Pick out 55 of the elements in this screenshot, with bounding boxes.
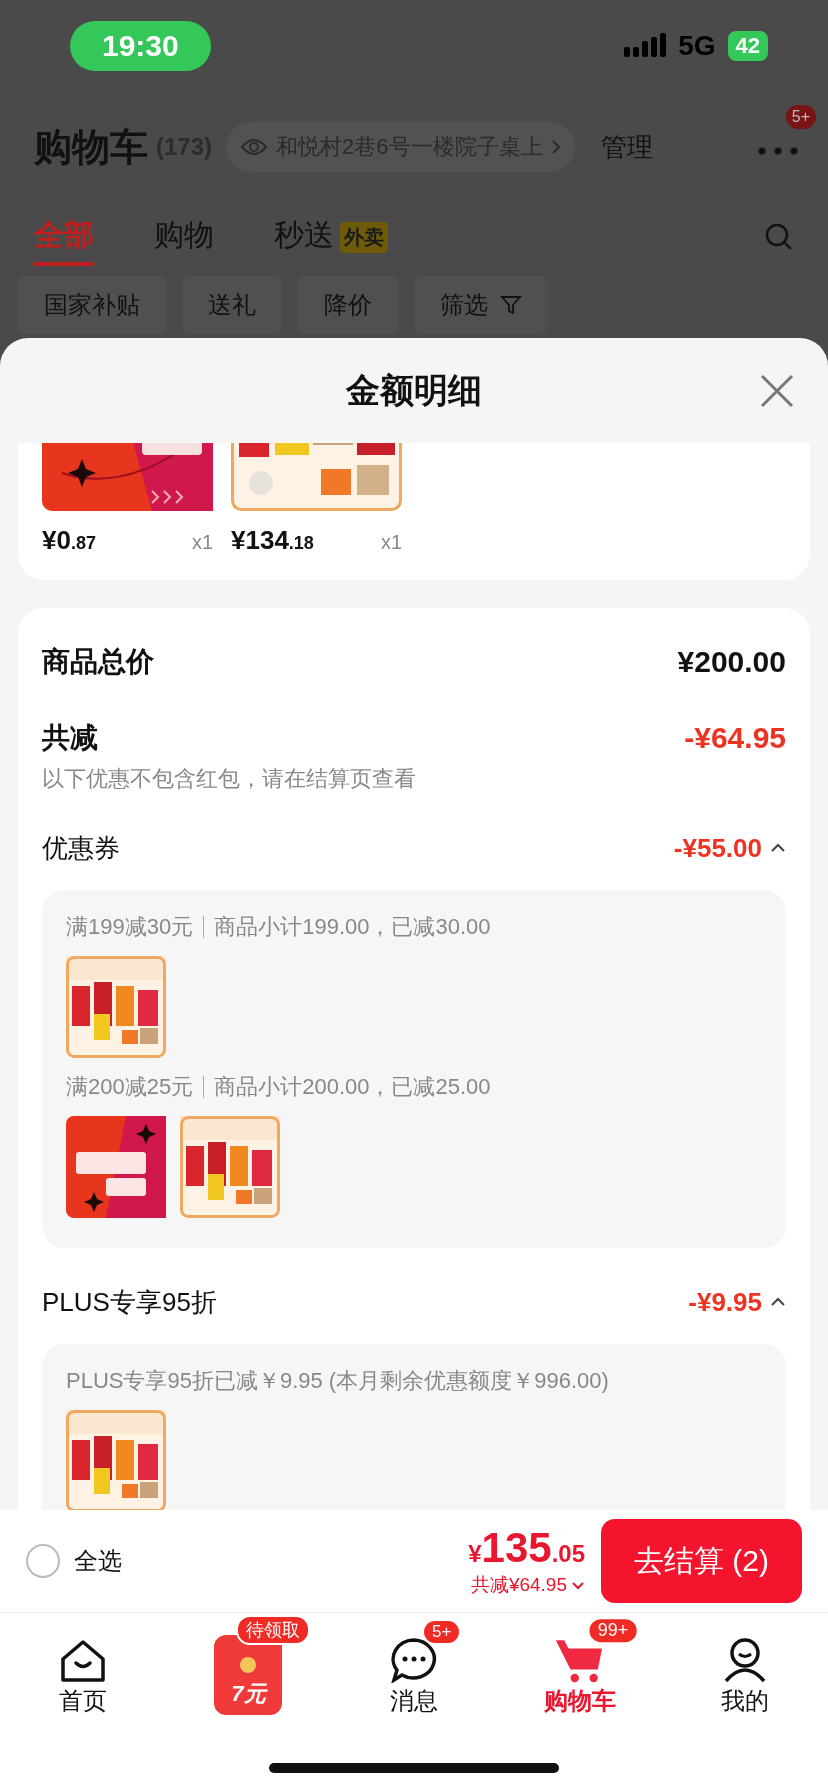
- tab-badge: 99+: [586, 1617, 639, 1645]
- chevron-right-icon: [550, 139, 561, 155]
- sheet-title: 金额明细: [346, 369, 482, 411]
- home-icon[interactable]: [58, 1639, 107, 1683]
- category-tab[interactable]: 秒送: [274, 208, 334, 266]
- chevron-up-icon[interactable]: [770, 1297, 786, 1307]
- total-value: ¥200.00: [677, 645, 786, 679]
- item-price: ¥134.18: [231, 525, 314, 556]
- coupon-condition: 满200减25元: [66, 1073, 194, 1101]
- item-price: ¥0.87: [42, 525, 96, 556]
- discount-note: 以下优惠不包含红包，请在结算页查看: [42, 765, 417, 793]
- filter-icon: [500, 294, 522, 316]
- filter-chip[interactable]: 送礼: [182, 276, 282, 334]
- notification-badge: 5+: [785, 105, 816, 129]
- coupon-detail: 商品小计200.00，已减25.00: [214, 1073, 491, 1101]
- discount-type-label: PLUS专享95折: [42, 1285, 217, 1319]
- total-price: ¥135.05: [468, 1524, 585, 1572]
- discount-label: 共减: [42, 721, 98, 755]
- filter-chip[interactable]: 国家补贴: [18, 276, 166, 334]
- status-time: 19:30: [70, 21, 211, 71]
- category-tab[interactable]: 全部: [34, 208, 94, 266]
- tab-bar-item[interactable]: 我的: [680, 1613, 811, 1717]
- profile-icon[interactable]: [723, 1637, 768, 1683]
- close-icon[interactable]: [760, 374, 794, 408]
- tab-bar-item[interactable]: 首页: [17, 1613, 148, 1717]
- discount-amount: -¥55.00: [673, 832, 762, 864]
- filter-chip[interactable]: 降价: [298, 276, 398, 334]
- eye-icon: [240, 137, 269, 157]
- coupon-condition: 满199减30元: [66, 913, 194, 941]
- manage-link[interactable]: 管理: [600, 129, 653, 165]
- select-all-checkbox[interactable]: [26, 1544, 60, 1578]
- select-all-label: 全选: [74, 1546, 122, 1576]
- chevron-up-icon[interactable]: [770, 843, 786, 853]
- tab-badge: 5+: [422, 1619, 462, 1645]
- signal-icon: [624, 33, 667, 59]
- chat-icon[interactable]: [390, 1637, 438, 1683]
- category-tab[interactable]: 购物: [154, 208, 214, 266]
- tab-bar-item[interactable]: 5+ 消息: [349, 1613, 479, 1717]
- discount-amount: -¥9.95: [688, 1286, 762, 1318]
- filter-chip[interactable]: 筛选: [414, 276, 548, 334]
- battery-level: 42: [727, 31, 768, 61]
- page-title: 购物车: [34, 124, 148, 170]
- discount-type-label: 优惠券: [42, 831, 120, 865]
- total-label: 商品总价: [42, 645, 154, 679]
- tab-bar-item[interactable]: 99+ 购物车: [514, 1613, 645, 1717]
- chevron-down-icon: [571, 1580, 585, 1590]
- checkout-button[interactable]: 去结算 (2): [601, 1519, 802, 1603]
- discount-value: -¥64.95: [684, 721, 786, 755]
- coupon-detail: 商品小计199.00，已减30.00: [214, 913, 491, 941]
- item-quantity: x1: [191, 531, 213, 554]
- discount-detail: PLUS专享95折已减￥9.95 (本月剩余优惠额度￥996.00): [66, 1367, 609, 1395]
- savings-text[interactable]: 共减¥64.95: [470, 1572, 567, 1598]
- item-quantity: x1: [380, 531, 402, 554]
- tab-badge: 外卖: [340, 221, 388, 253]
- network-label: 5G: [678, 30, 716, 62]
